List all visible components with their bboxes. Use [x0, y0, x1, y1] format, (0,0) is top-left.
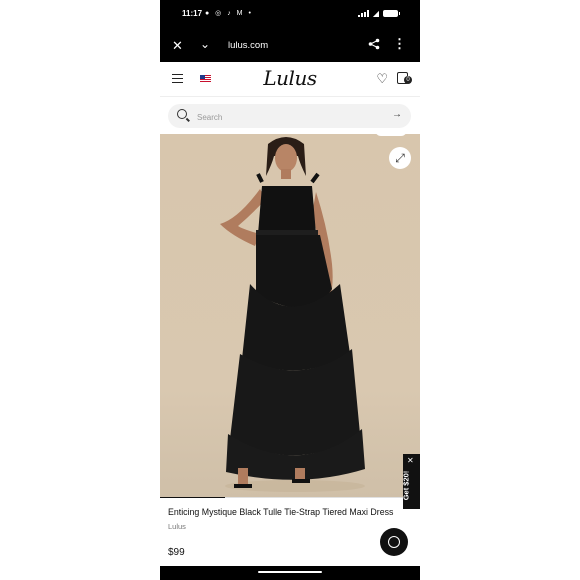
product-price: $99: [168, 547, 185, 558]
site-header: Lulus ♡ 0: [160, 62, 420, 97]
status-time: 11:17: [182, 9, 203, 18]
promo-label[interactable]: Get $20!: [401, 471, 410, 501]
promo-close-icon[interactable]: ✕: [407, 456, 414, 465]
product-title: Enticing Mystique Black Tulle Tie-Strap …: [168, 507, 394, 517]
bottom-bar: [160, 566, 420, 580]
carousel-progress-fill: [160, 497, 225, 498]
product-brand[interactable]: Lulus: [168, 522, 186, 531]
status-bar: 11:17 ● ◎ ♪ M • ◢: [160, 0, 420, 30]
battery-icon: [383, 10, 400, 17]
phone-screen: 11:17 ● ◎ ♪ M • ◢ ✕ ⌄ lulus.com ⋮ Lulus …: [160, 0, 420, 580]
url-text[interactable]: lulus.com: [228, 40, 268, 51]
chevron-down-icon[interactable]: ⌄: [200, 37, 210, 51]
signal-icon: [357, 10, 369, 17]
home-indicator[interactable]: [258, 571, 322, 573]
expand-icon[interactable]: ⤢: [389, 147, 411, 169]
arrow-right-icon[interactable]: →: [392, 109, 402, 120]
chat-icon[interactable]: [380, 528, 408, 556]
search-bar[interactable]: →: [168, 104, 411, 128]
notification-icons: ● ◎ ♪ M •: [205, 10, 253, 17]
wifi-icon: ◢: [372, 9, 379, 18]
image-carousel-progress: [160, 497, 420, 498]
search-input[interactable]: [195, 108, 389, 126]
model-figure: [220, 137, 365, 492]
close-icon[interactable]: ✕: [172, 38, 183, 54]
search-icon: [177, 109, 187, 119]
heart-icon[interactable]: ♡: [376, 71, 388, 87]
share-icon[interactable]: [368, 38, 380, 50]
cart-count-badge: 0: [404, 76, 412, 84]
promo-tab[interactable]: ✕ Get $20!: [401, 454, 420, 509]
browser-toolbar: ✕ ⌄ lulus.com ⋮: [160, 30, 420, 62]
product-image[interactable]: ⤢: [160, 134, 420, 498]
more-icon[interactable]: ⋮: [393, 36, 406, 52]
status-indicators: ◢: [357, 9, 400, 18]
